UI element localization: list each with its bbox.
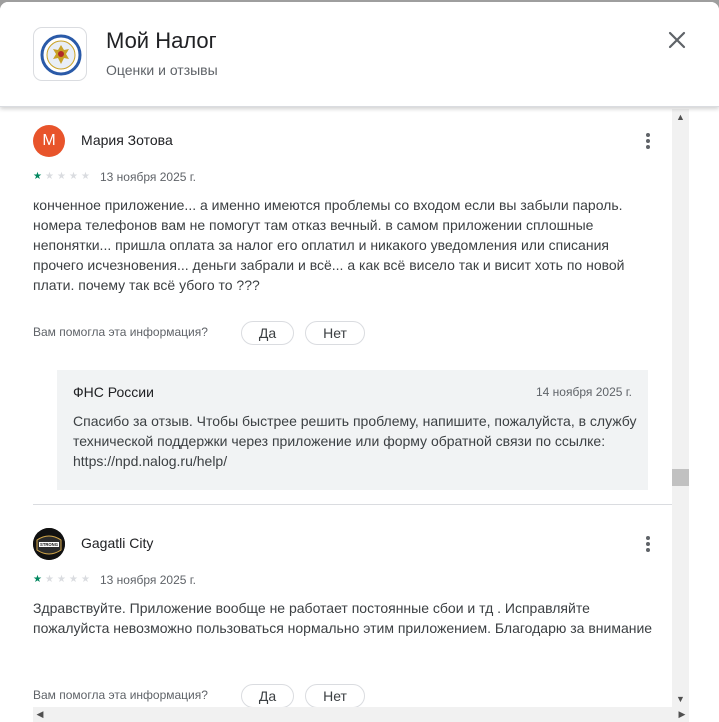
dialog-subtitle: Оценки и отзывы [106,62,218,78]
scrollbar-thumb[interactable] [672,469,689,486]
avatar: STRONG [33,528,65,560]
helpful-yes-button[interactable]: Да [241,321,294,345]
avatar: М [33,125,65,157]
scroll-left-icon[interactable]: ◀ [33,707,47,722]
divider [33,504,673,505]
helpful-no-button[interactable]: Нет [305,321,365,345]
ratings-dialog: Мой Налог Оценки и отзывы М Мария Зотова… [0,2,719,722]
review-date: 13 ноября 2025 г. [100,573,196,587]
star-empty-icon: ★ [45,574,54,585]
review-text: конченное приложение... а именно имеются… [33,197,625,293]
helpful-question: Вам помогла эта информация? [33,325,208,339]
reviews-list[interactable]: М Мария Зотова ★ ★ ★ ★ ★ 13 ноября 2025 … [0,107,719,722]
close-button[interactable] [661,24,693,56]
star-filled-icon: ★ [33,171,42,182]
helpful-no-button[interactable]: Нет [305,684,365,708]
developer-name: ФНС России [73,384,154,400]
dialog-header: Мой Налог Оценки и отзывы [0,2,719,107]
star-empty-icon: ★ [69,171,78,182]
star-empty-icon: ★ [57,171,66,182]
review-author: Мария Зотова [81,132,173,148]
fns-emblem-icon [40,34,82,76]
star-empty-icon: ★ [81,574,90,585]
helpful-yes-button[interactable]: Да [241,684,294,708]
scroll-right-icon[interactable]: ▶ [675,707,689,722]
star-empty-icon: ★ [57,574,66,585]
app-icon [33,27,87,81]
review-date: 13 ноября 2025 г. [100,170,196,184]
scroll-down-icon[interactable]: ▼ [672,693,689,705]
star-empty-icon: ★ [81,171,90,182]
developer-reply-text: Спасибо за отзыв. Чтобы быстрее решить п… [73,413,637,469]
review-text: Здравствуйте. Приложение вообще не работ… [33,600,653,636]
more-options-button[interactable] [639,534,657,554]
developer-reply: ФНС России 14 ноября 2025 г. Спасибо за … [57,370,648,490]
app-title: Мой Налог [106,28,217,53]
vertical-scrollbar[interactable]: ▲ ▼ [672,109,689,707]
review-item: STRONG Gagatli City ★ ★ ★ ★ ★ 13 ноября … [33,528,673,722]
more-vert-icon [646,536,650,540]
close-icon [668,31,686,49]
review-author: Gagatli City [81,535,154,551]
more-vert-icon [646,133,650,137]
helpful-question: Вам помогла эта информация? [33,688,208,702]
more-options-button[interactable] [639,131,657,151]
star-empty-icon: ★ [45,171,54,182]
helpful-row: Вам помогла эта информация? Да Нет [33,684,673,708]
scroll-up-icon[interactable]: ▲ [672,111,689,123]
horizontal-scrollbar[interactable]: ◀ ▶ [33,707,689,722]
star-filled-icon: ★ [33,574,42,585]
developer-reply-date: 14 ноября 2025 г. [536,385,632,399]
star-empty-icon: ★ [69,574,78,585]
helpful-row: Вам помогла эта информация? Да Нет [33,321,673,345]
svg-text:STRONG: STRONG [40,542,58,547]
avatar-logo-icon: STRONG [33,528,65,560]
